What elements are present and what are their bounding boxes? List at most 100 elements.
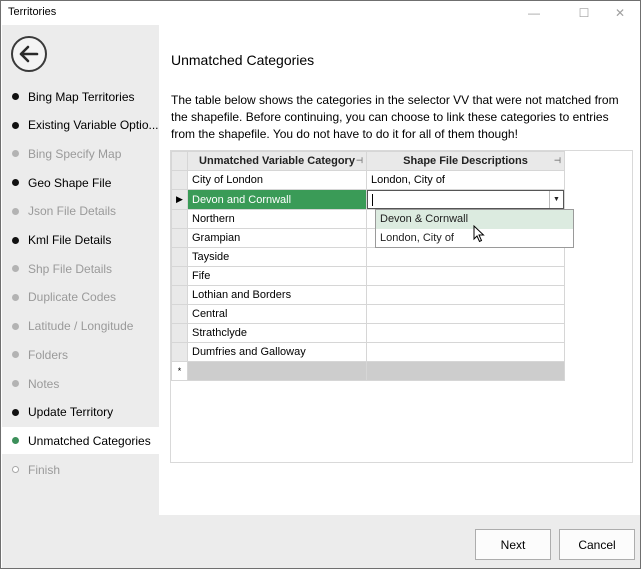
step-dot-icon xyxy=(12,408,19,416)
category-cell: Fife xyxy=(187,266,367,286)
sidebar-item[interactable]: Bing Specify Map xyxy=(2,140,159,167)
new-row-indicator: * xyxy=(171,361,188,381)
sidebar-item[interactable]: Finish xyxy=(2,456,159,483)
row-header[interactable] xyxy=(171,285,188,305)
sidebar-item-label: Geo Shape File xyxy=(28,175,112,190)
sidebar-item-label: Shp File Details xyxy=(28,261,113,276)
sidebar-item-label: Bing Map Territories xyxy=(28,89,135,104)
category-cell: Devon and Cornwall xyxy=(187,189,367,210)
step-dot-icon xyxy=(12,265,19,273)
text-caret xyxy=(372,194,373,206)
chevron-down-icon[interactable]: ▼ xyxy=(549,191,563,208)
sidebar-item[interactable]: Bing Map Territories xyxy=(2,83,159,110)
sidebar-item-label: Finish xyxy=(28,462,61,477)
new-row-cell[interactable] xyxy=(366,361,565,381)
sidebar-item[interactable]: Latitude / Longitude xyxy=(2,313,159,340)
step-dot-icon xyxy=(12,150,19,158)
step-dot-icon xyxy=(12,437,19,445)
category-cell: Strathclyde xyxy=(187,323,367,343)
close-button[interactable]: ✕ xyxy=(597,1,641,25)
sidebar-item-label: Latitude / Longitude xyxy=(28,319,134,334)
row-header[interactable] xyxy=(171,209,188,229)
sidebar-item-label: Unmatched Categories xyxy=(28,433,151,448)
description-cell[interactable] xyxy=(366,247,565,267)
sidebar-item[interactable]: Duplicate Codes xyxy=(2,284,159,311)
row-header[interactable] xyxy=(171,342,188,362)
sidebar-item[interactable]: Geo Shape File xyxy=(2,169,159,196)
table-row[interactable]: City of London London, City of xyxy=(171,170,565,190)
pin-icon[interactable]: ⊣ xyxy=(356,156,363,165)
sidebar-item[interactable]: Shp File Details xyxy=(2,255,159,282)
categories-grid: Unmatched Variable Category ⊣ Shape File… xyxy=(170,150,633,463)
step-dot-icon xyxy=(12,293,19,301)
step-dot-icon xyxy=(12,236,19,244)
description-cell[interactable]: London, City of xyxy=(366,170,565,190)
sidebar-item-label: Json File Details xyxy=(28,204,117,219)
table-row[interactable]: Tayside xyxy=(171,247,565,267)
step-dot-icon xyxy=(12,207,19,215)
step-dot-icon xyxy=(12,93,19,100)
new-row[interactable]: * xyxy=(171,361,565,381)
sidebar-item[interactable]: Json File Details xyxy=(2,198,159,225)
column-header-label: Unmatched Variable Category xyxy=(199,155,355,167)
sidebar-item-label: Update Territory xyxy=(28,405,114,420)
step-dot-icon xyxy=(12,121,19,129)
next-button[interactable]: Next xyxy=(475,529,551,560)
row-header[interactable] xyxy=(171,170,188,190)
description-cell[interactable] xyxy=(366,304,565,324)
grid-table: Unmatched Variable Category ⊣ Shape File… xyxy=(171,151,565,381)
arrow-left-icon xyxy=(19,45,39,63)
table-row[interactable]: Lothian and Borders xyxy=(171,285,565,305)
wizard-sidebar: Bing Map Territories Existing Variable Op… xyxy=(2,25,159,515)
main-panel: Unmatched Categories The table below sho… xyxy=(159,25,640,515)
category-cell: Tayside xyxy=(187,247,367,267)
sidebar-item[interactable]: Notes xyxy=(2,370,159,397)
column-header-description[interactable]: Shape File Descriptions ⊣ xyxy=(366,151,565,171)
category-cell: City of London xyxy=(187,170,367,190)
sidebar-item[interactable]: Kml File Details xyxy=(2,227,159,254)
sidebar-item-label: Bing Specify Map xyxy=(28,146,122,161)
row-header[interactable] xyxy=(171,228,188,248)
row-header[interactable] xyxy=(171,266,188,286)
description-cell-editor[interactable]: ▼ xyxy=(366,189,565,210)
new-row-cell[interactable] xyxy=(187,361,367,381)
page-title: Unmatched Categories xyxy=(171,52,315,68)
sidebar-item[interactable]: Existing Variable Optio... xyxy=(2,112,159,139)
step-dot-icon xyxy=(12,380,19,387)
table-row[interactable]: ▶ Devon and Cornwall ▼ xyxy=(171,189,565,210)
window-title: Territories xyxy=(8,6,57,18)
back-button[interactable] xyxy=(11,36,47,72)
sidebar-item-label: Folders xyxy=(28,347,69,362)
step-dot-icon xyxy=(12,322,19,330)
cancel-button[interactable]: Cancel xyxy=(559,529,635,560)
title-bar: Territories — ☐ ✕ xyxy=(1,1,640,25)
table-row[interactable]: Strathclyde xyxy=(171,323,565,343)
description-cell[interactable] xyxy=(366,285,565,305)
description-combobox[interactable]: ▼ xyxy=(367,190,564,209)
table-row[interactable]: Dumfries and Galloway xyxy=(171,342,565,362)
row-header[interactable] xyxy=(171,323,188,343)
table-row[interactable]: Central xyxy=(171,304,565,324)
sidebar-item[interactable]: Folders xyxy=(2,341,159,368)
category-cell: Central xyxy=(187,304,367,324)
pin-icon[interactable]: ⊣ xyxy=(554,156,561,165)
step-dot-icon xyxy=(12,179,19,187)
table-row[interactable]: Fife xyxy=(171,266,565,286)
page-description: The table below shows the categories in … xyxy=(171,93,619,141)
description-cell[interactable] xyxy=(366,342,565,362)
row-header[interactable] xyxy=(171,304,188,324)
description-cell[interactable] xyxy=(366,323,565,343)
column-header-category[interactable]: Unmatched Variable Category ⊣ xyxy=(187,151,367,171)
sidebar-item[interactable]: Update Territory xyxy=(2,399,159,426)
territories-window: Territories — ☐ ✕ Bing Map Territories Ex… xyxy=(0,0,641,569)
sidebar-item-label: Existing Variable Optio... xyxy=(28,118,159,133)
row-header[interactable]: ▶ xyxy=(171,189,188,210)
row-header-corner xyxy=(171,151,188,171)
description-cell[interactable] xyxy=(366,266,565,286)
minimize-button[interactable]: — xyxy=(511,1,557,25)
column-header-label: Shape File Descriptions xyxy=(403,155,528,167)
row-header[interactable] xyxy=(171,247,188,267)
sidebar-item-label: Duplicate Codes xyxy=(28,290,117,305)
sidebar-item[interactable]: Unmatched Categories xyxy=(2,427,159,455)
sidebar-item-label: Notes xyxy=(28,376,60,391)
